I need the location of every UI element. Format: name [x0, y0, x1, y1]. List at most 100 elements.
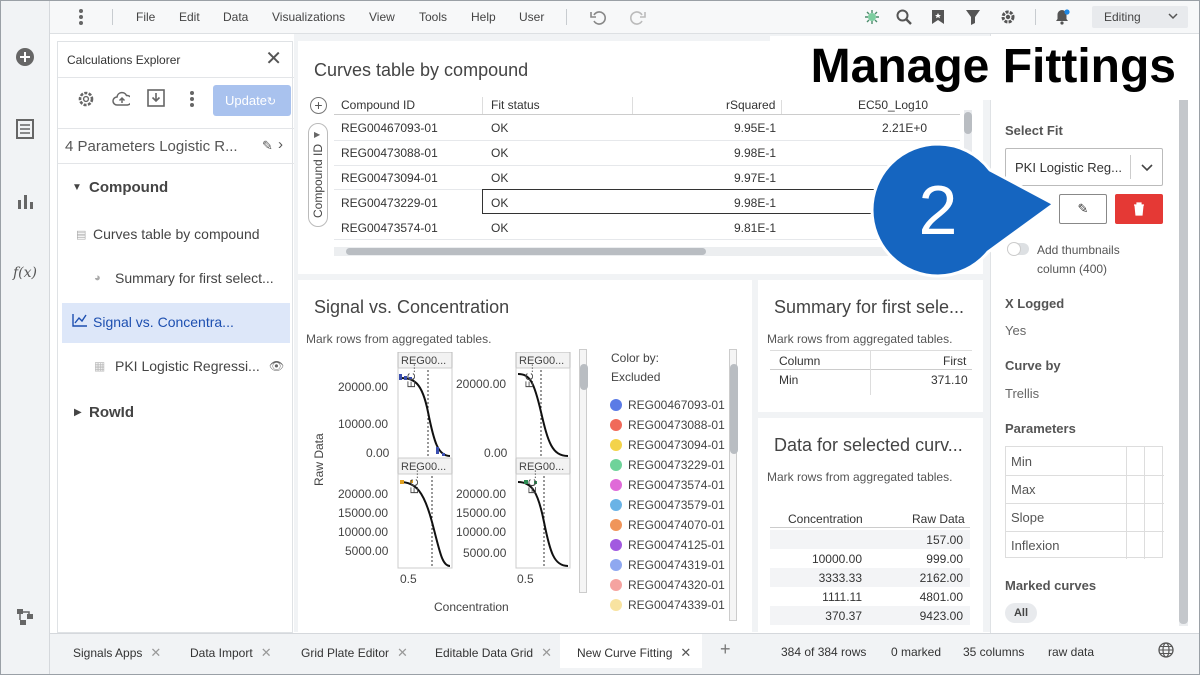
- menu-edit[interactable]: Edit: [179, 10, 200, 24]
- legend-item[interactable]: REG00474320-01: [610, 578, 725, 592]
- fit-settings-panel: Select Fit PKI Logistic Reg... ✎ Add thu…: [990, 34, 1200, 634]
- summary-row-key: Min: [779, 373, 799, 387]
- cell-compound-id: REG00467093-01: [341, 121, 438, 135]
- tab-new-curve-fitting[interactable]: New Curve Fitting ✕: [560, 634, 702, 668]
- edit-pencil-icon[interactable]: ✎: [262, 138, 273, 154]
- close-icon[interactable]: ✕: [680, 645, 691, 660]
- ai-recommendation-icon[interactable]: [863, 8, 881, 26]
- data-canvas-icon[interactable]: [12, 604, 38, 630]
- tree-compound[interactable]: ▼ Compound: [62, 168, 290, 208]
- add-icon[interactable]: [12, 44, 38, 70]
- menu-view[interactable]: View: [369, 10, 395, 24]
- tree-curves-table[interactable]: ▤ Curves table by compound: [62, 215, 290, 255]
- delete-fit-button[interactable]: [1115, 194, 1163, 224]
- tab-label: Signals Apps: [73, 646, 143, 660]
- y-tick-label: 20000.00: [338, 487, 389, 501]
- notification-bell-icon[interactable]: [1053, 8, 1071, 26]
- legend-color-swatch: [610, 579, 622, 591]
- selected-cell-rawdata: 4801.00: [919, 590, 963, 604]
- legend-color-swatch: [610, 419, 622, 431]
- table-row[interactable]: 3333.33 2162.00: [770, 568, 970, 587]
- legend-item[interactable]: REG00473088-01: [610, 418, 725, 432]
- menu-tools[interactable]: Tools: [419, 10, 447, 24]
- visualization-icon[interactable]: [12, 188, 38, 214]
- table-row[interactable]: 10000.00 999.00: [770, 549, 970, 568]
- search-icon[interactable]: [895, 8, 913, 26]
- settings-scrollbar[interactable]: [1179, 94, 1188, 626]
- legend-scrollbar[interactable]: [729, 349, 738, 621]
- add-column-icon[interactable]: +: [310, 97, 327, 114]
- chevron-right-icon[interactable]: ›: [278, 136, 283, 153]
- selected-cell-rawdata: 2162.00: [919, 571, 963, 585]
- legend-item[interactable]: REG00474319-01: [610, 558, 725, 572]
- function-icon[interactable]: f(x): [12, 260, 38, 286]
- col-header-ec50[interactable]: EC50_Log10: [858, 98, 928, 112]
- tree-summary[interactable]: ◕ Summary for first select...: [62, 259, 290, 299]
- mode-selector[interactable]: Editing: [1092, 6, 1188, 28]
- menu-visualizations[interactable]: Visualizations: [272, 10, 345, 24]
- legend-item[interactable]: REG00473229-01: [610, 458, 725, 472]
- col-header-fit-status[interactable]: Fit status: [491, 98, 540, 112]
- tab-signals-apps[interactable]: Signals Apps ✕: [58, 634, 168, 668]
- legend-item[interactable]: REG00474125-01: [610, 538, 725, 552]
- cell-ec50: 2.21E+0: [882, 121, 928, 135]
- add-page-icon[interactable]: +: [720, 639, 731, 660]
- group-axis-label: Compound ID: [311, 143, 325, 218]
- tab-editable-data-grid[interactable]: Editable Data Grid ✕: [420, 634, 560, 668]
- globe-icon[interactable]: [1158, 642, 1174, 661]
- y-tick-label: 15000.00: [338, 506, 389, 520]
- calculation-name[interactable]: 4 Parameters Logistic R...: [65, 138, 238, 155]
- close-icon[interactable]: ✕: [397, 645, 408, 660]
- eye-hidden-icon[interactable]: 👁: [269, 359, 284, 373]
- redo-icon[interactable]: [629, 8, 647, 26]
- data-table-name[interactable]: raw data: [1048, 645, 1094, 659]
- signal-plot-subtitle: Mark rows from aggregated tables.: [306, 332, 492, 346]
- summary-col-column: Column: [779, 354, 821, 368]
- tree-rowid[interactable]: ▶ RowId: [62, 393, 290, 433]
- legend-item[interactable]: REG00474339-01: [610, 598, 725, 612]
- selected-cell-rawdata: 157.00: [926, 533, 963, 547]
- col-header-rsquared[interactable]: rSquared: [726, 98, 775, 112]
- col-header-compound-id[interactable]: Compound ID: [341, 98, 415, 112]
- settings-icon[interactable]: [77, 90, 95, 108]
- legend-item[interactable]: REG00474070-01: [610, 518, 725, 532]
- table-row[interactable]: 370.37 9423.00: [770, 606, 970, 625]
- marked-curves-chip[interactable]: All: [1005, 603, 1037, 623]
- close-icon[interactable]: ✕: [261, 645, 272, 660]
- undo-icon[interactable]: [589, 8, 607, 26]
- table-row[interactable]: 1111.11 4801.00: [770, 587, 970, 606]
- cell-compound-id: REG00473094-01: [341, 171, 438, 185]
- tree-signal[interactable]: Signal vs. Concentra...: [62, 303, 290, 343]
- menu-data[interactable]: Data: [223, 10, 248, 24]
- table-row[interactable]: 157.00: [770, 530, 970, 549]
- bookmark-icon[interactable]: [929, 8, 947, 26]
- menu-help[interactable]: Help: [471, 10, 496, 24]
- legend-item[interactable]: REG00473574-01: [610, 478, 725, 492]
- legend-item[interactable]: REG00473094-01: [610, 438, 725, 452]
- trellis-scrollbar[interactable]: [579, 349, 588, 593]
- menu-file[interactable]: File: [136, 10, 155, 24]
- close-icon[interactable]: ✕: [150, 645, 161, 660]
- legend-item[interactable]: REG00473579-01: [610, 498, 725, 512]
- y-tick-label: 0.00: [366, 446, 390, 460]
- data-table-icon[interactable]: [12, 116, 38, 142]
- tab-grid-plate-editor[interactable]: Grid Plate Editor ✕: [286, 634, 412, 668]
- close-icon[interactable]: ✕: [265, 49, 282, 69]
- menu-user[interactable]: User: [519, 10, 544, 24]
- overlay-title: Manage Fittings: [770, 36, 1190, 100]
- filter-icon[interactable]: [964, 8, 982, 26]
- edit-fit-button[interactable]: ✎: [1059, 194, 1107, 224]
- gear-icon[interactable]: [999, 8, 1017, 26]
- upload-cloud-icon[interactable]: [112, 90, 130, 108]
- download-icon[interactable]: [147, 89, 165, 107]
- tree-pki[interactable]: ▦ PKI Logistic Regressi... 👁: [62, 347, 290, 387]
- close-icon[interactable]: ✕: [541, 645, 552, 660]
- more-vertical-icon[interactable]: [72, 8, 90, 26]
- tab-data-import[interactable]: Data Import ✕: [176, 634, 280, 668]
- selected-col-rawdata: Raw Data: [912, 512, 965, 526]
- update-button[interactable]: Update↻: [213, 85, 291, 116]
- color-by-value[interactable]: Excluded: [611, 370, 660, 384]
- legend-item[interactable]: REG00467093-01: [610, 398, 725, 412]
- more-options-icon[interactable]: [183, 90, 201, 108]
- ec50-annotation: EC...: [524, 363, 536, 388]
